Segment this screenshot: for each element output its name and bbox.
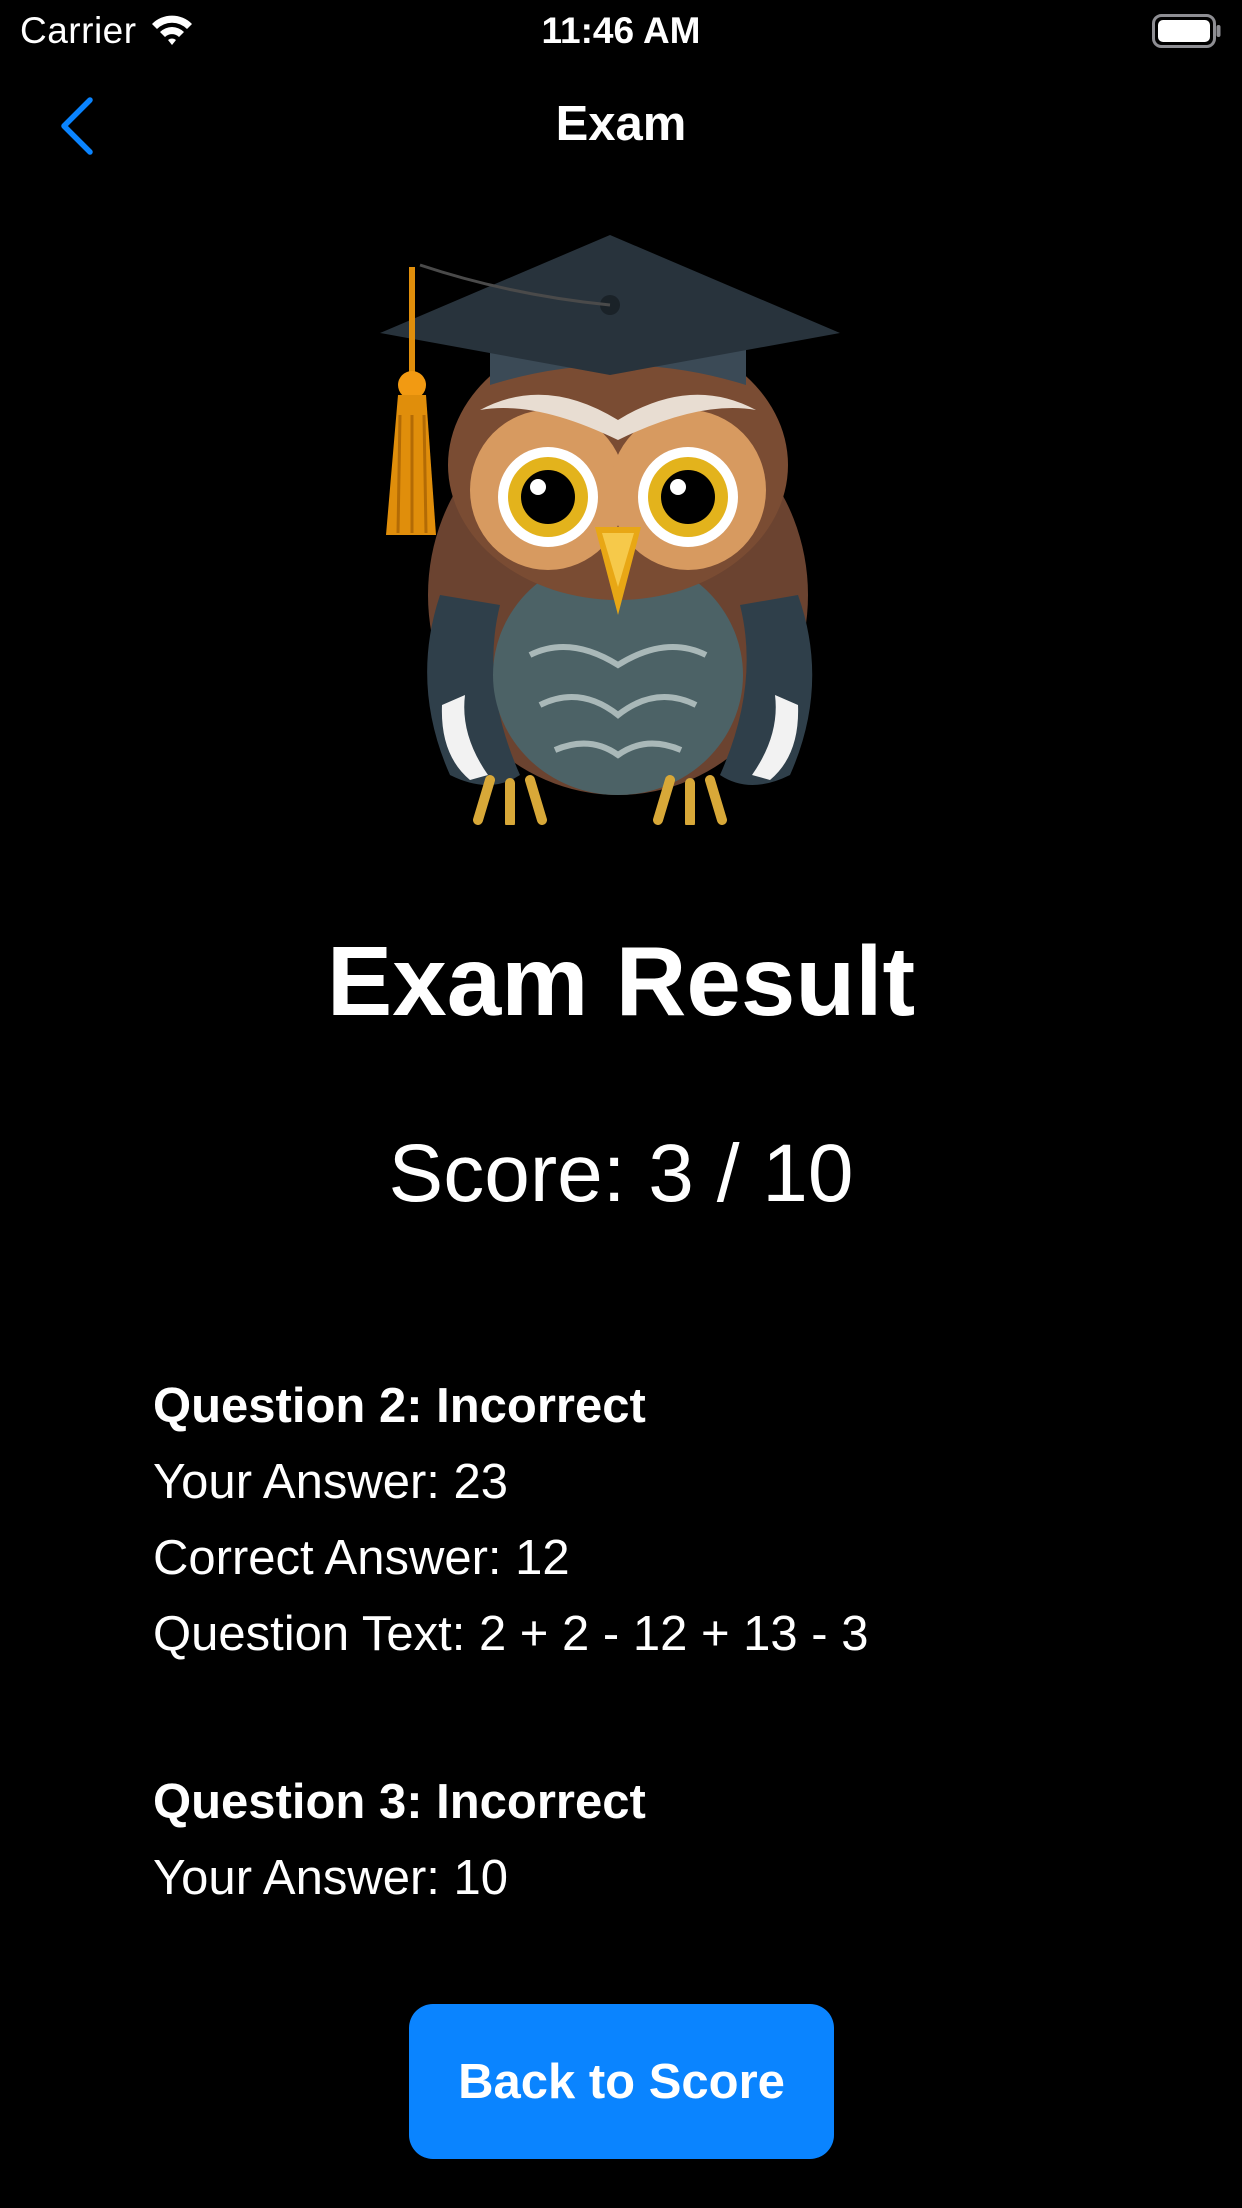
- question-text: Question Text: 2 + 2 - 12 + 13 - 3: [153, 1607, 869, 1661]
- battery-icon: [1152, 14, 1221, 48]
- score-label: Score: 3 / 10: [388, 1128, 854, 1219]
- status-bar: Carrier 11:46 AM: [0, 0, 1242, 62]
- question-header: Question 2: Incorrect: [153, 1379, 646, 1433]
- question-result-item: Question 3: Incorrect Your Answer: 10: [153, 1764, 1153, 1916]
- correct-answer: Correct Answer: 12: [153, 1531, 570, 1585]
- result-title: Exam Result: [326, 926, 916, 1036]
- your-answer: Your Answer: 10: [153, 1851, 509, 1905]
- navigation-bar: Exam: [0, 62, 1242, 192]
- question-results-list[interactable]: Question 2: Incorrect Your Answer: 23 Co…: [153, 1368, 1153, 1940]
- question-result-item: Question 2: Incorrect Your Answer: 23 Co…: [153, 1368, 1153, 1672]
- nav-title: Exam: [555, 97, 687, 151]
- question-header: Question 3: Incorrect: [153, 1775, 646, 1829]
- status-time: 11:46 AM: [541, 10, 701, 51]
- graduation-owl-icon: [380, 235, 840, 825]
- your-answer: Your Answer: 23: [153, 1455, 509, 1509]
- back-to-score-button[interactable]: Back to Score: [409, 2004, 834, 2159]
